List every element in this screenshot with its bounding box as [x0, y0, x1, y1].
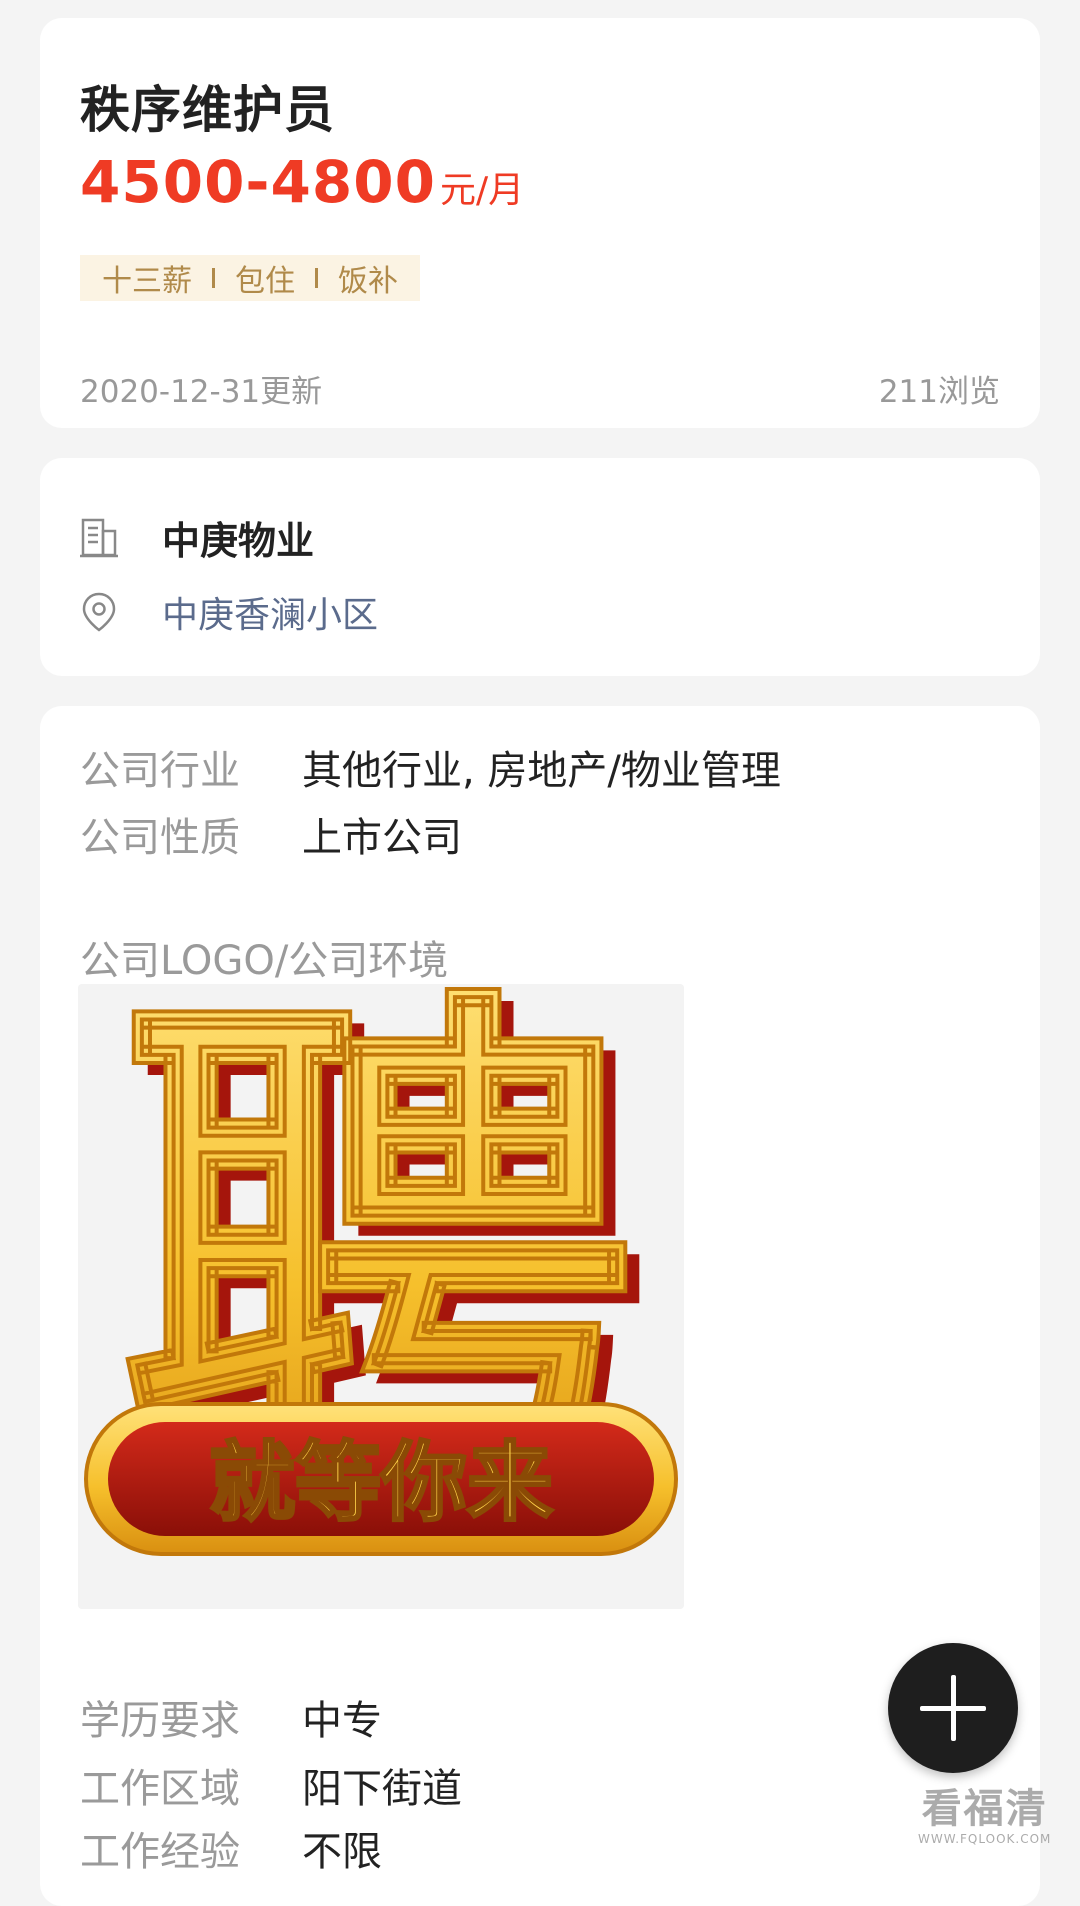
benefits-tag: 十三薪 包住 饭补 [80, 255, 420, 301]
add-floating-button[interactable] [888, 1643, 1018, 1773]
education-value: 中专 [302, 1698, 382, 1744]
salary: 4500-4800 元/月 [80, 148, 524, 216]
site-watermark: 看福清 WWW.FQLOOK.COM [918, 1776, 1051, 1846]
benefit-item: 十三薪 [102, 264, 192, 299]
company-card: 中庚物业 中庚香澜小区 [40, 458, 1040, 676]
nature-value: 上市公司 [302, 815, 462, 861]
area-label: 工作区域 [80, 1766, 240, 1812]
benefit-item: 包住 [235, 264, 295, 299]
view-count: 211浏览 [878, 374, 1000, 410]
logo-label: 公司LOGO/公司环境 [80, 938, 449, 984]
industry-row: 公司行业 其他行业, 房地产/物业管理 [80, 738, 781, 796]
nature-row: 公司性质 上市公司 [80, 805, 462, 863]
watermark-url: WWW.FQLOOK.COM [918, 1832, 1052, 1846]
area-row: 工作区域 阳下街道 [80, 1756, 462, 1814]
industry-label: 公司行业 [80, 748, 240, 794]
job-summary-card: 秩序维护员 4500-4800 元/月 十三薪 包住 饭补 2020-12-31更… [40, 18, 1040, 428]
recruit-poster-graphic: 聘 聘 就等你来 [78, 984, 684, 1609]
industry-value: 其他行业, 房地产/物业管理 [302, 748, 781, 794]
benefit-separator [315, 268, 318, 288]
salary-unit: 元/月 [439, 170, 525, 211]
experience-label: 工作经验 [80, 1829, 240, 1875]
poster-slogan: 就等你来 [209, 1433, 553, 1533]
benefit-separator [212, 268, 215, 288]
nature-label: 公司性质 [80, 815, 240, 861]
company-name: 中庚物业 [162, 519, 315, 563]
location-row[interactable]: 中庚香澜小区 [78, 586, 378, 638]
update-date: 2020-12-31更新 [80, 374, 323, 410]
education-label: 学历要求 [80, 1698, 240, 1744]
experience-row: 工作经验 不限 [80, 1819, 382, 1877]
benefit-item: 饭补 [338, 264, 398, 299]
job-title: 秩序维护员 [80, 81, 335, 139]
company-logo-image[interactable]: 聘 聘 就等你来 [78, 984, 684, 1609]
building-icon [80, 518, 118, 557]
community-name: 中庚香澜小区 [162, 595, 379, 636]
location-pin-icon [82, 592, 116, 632]
company-name-row[interactable]: 中庚物业 [78, 510, 314, 565]
watermark-text: 看福清 [921, 1786, 1048, 1832]
salary-amount: 4500-4800 [80, 148, 436, 216]
experience-value: 不限 [302, 1829, 382, 1875]
area-value: 阳下街道 [302, 1766, 462, 1812]
education-row: 学历要求 中专 [80, 1688, 382, 1746]
